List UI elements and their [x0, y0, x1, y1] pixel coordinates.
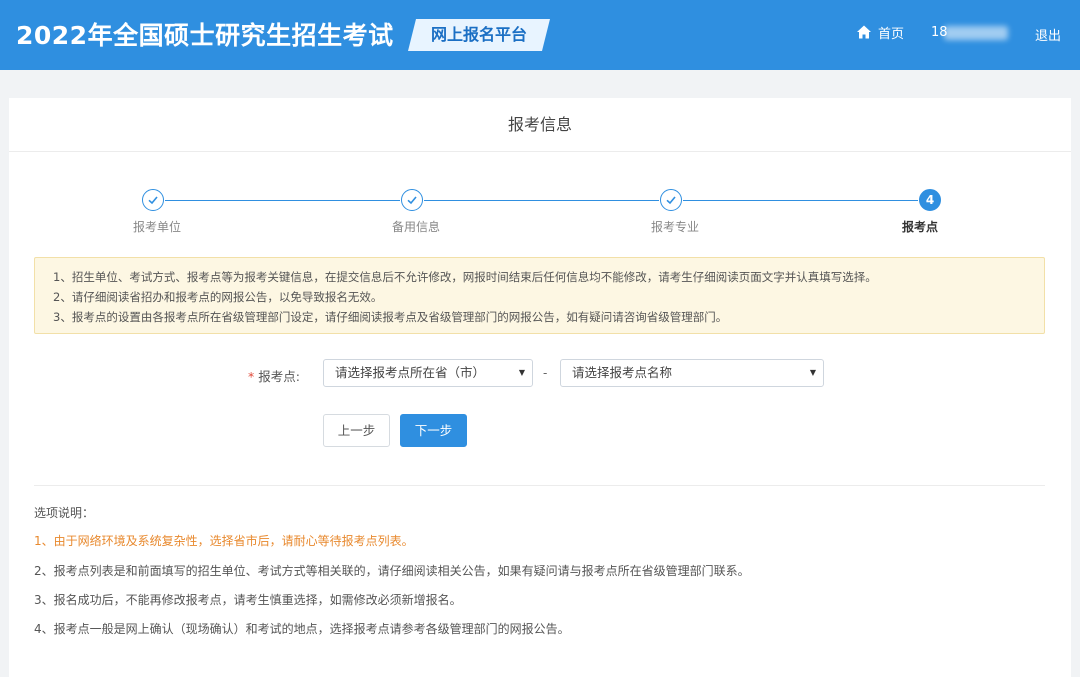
logout-link[interactable]: 退出 [1035, 25, 1061, 44]
step-connector [683, 200, 918, 201]
caret-down-icon: ▼ [518, 368, 525, 377]
next-step-button[interactable]: 下一步 [400, 414, 467, 447]
description-line: 4、报考点一般是网上确认（现场确认）和考试的地点，选择报考点请参考各级管理部门的… [34, 622, 570, 636]
step-1-label: 报考单位 [132, 220, 181, 234]
site-title: 2022年全国硕士研究生招生考试 [16, 21, 394, 50]
page-title: 报考信息 [9, 98, 1071, 152]
notice-line: 2、请仔细阅读省招办和报考点的网报公告，以免导致报名无效。 [53, 290, 383, 304]
province-select-value: 请选择报考点所在省（市） [335, 365, 486, 380]
site-select-value: 请选择报考点名称 [572, 365, 673, 380]
check-icon [148, 196, 158, 205]
step-2-label: 备用信息 [391, 220, 440, 234]
province-select[interactable]: 请选择报考点所在省（市） ▼ [323, 359, 533, 387]
select-separator: - [543, 366, 548, 380]
step-connector [424, 200, 659, 201]
prev-step-button[interactable]: 上一步 [323, 414, 390, 447]
caret-down-icon: ▼ [809, 368, 816, 377]
step-3-circle [660, 189, 682, 211]
home-icon [857, 25, 871, 39]
notice-line: 1、招生单位、考试方式、报考点等为报考关键信息，在提交信息后不允许修改，网报时间… [53, 270, 877, 284]
notice-line: 3、报考点的设置由各报考点所在省级管理部门设定，请仔细阅读报考点及省级管理部门的… [53, 310, 728, 324]
step-2-circle [401, 189, 423, 211]
home-label: 首页 [878, 26, 905, 42]
site-select[interactable]: 请选择报考点名称 ▼ [560, 359, 824, 387]
notice-box: 1、招生单位、考试方式、报考点等为报考关键信息，在提交信息后不允许修改，网报时间… [34, 257, 1045, 334]
step-4-label: 报考点 [901, 220, 938, 234]
description-line: 1、由于网络环境及系统复杂性，选择省市后，请耐心等待报考点列表。 [34, 534, 414, 548]
home-link[interactable]: 首页 [856, 22, 904, 42]
step-3-label: 报考专业 [650, 220, 699, 234]
step-1-circle [142, 189, 164, 211]
check-icon [407, 196, 417, 205]
required-mark: * [248, 369, 255, 384]
exam-site-label-text: 报考点: [258, 369, 300, 384]
platform-label: 网上报名平台 [430, 25, 527, 44]
user-id-mask [944, 26, 1008, 40]
divider [34, 485, 1045, 486]
check-icon [666, 196, 676, 205]
description-line: 3、报名成功后，不能再修改报考点，请考生慎重选择，如需修改必须新增报名。 [34, 593, 462, 607]
step-4-circle: 4 [919, 189, 941, 211]
exam-site-label: * 报考点: [248, 366, 300, 385]
step-connector [165, 200, 400, 201]
description-title: 选项说明： [34, 506, 95, 520]
description-line: 2、报考点列表是和前面填写的招生单位、考试方式等相关联的，请仔细阅读相关公告，如… [34, 564, 750, 578]
